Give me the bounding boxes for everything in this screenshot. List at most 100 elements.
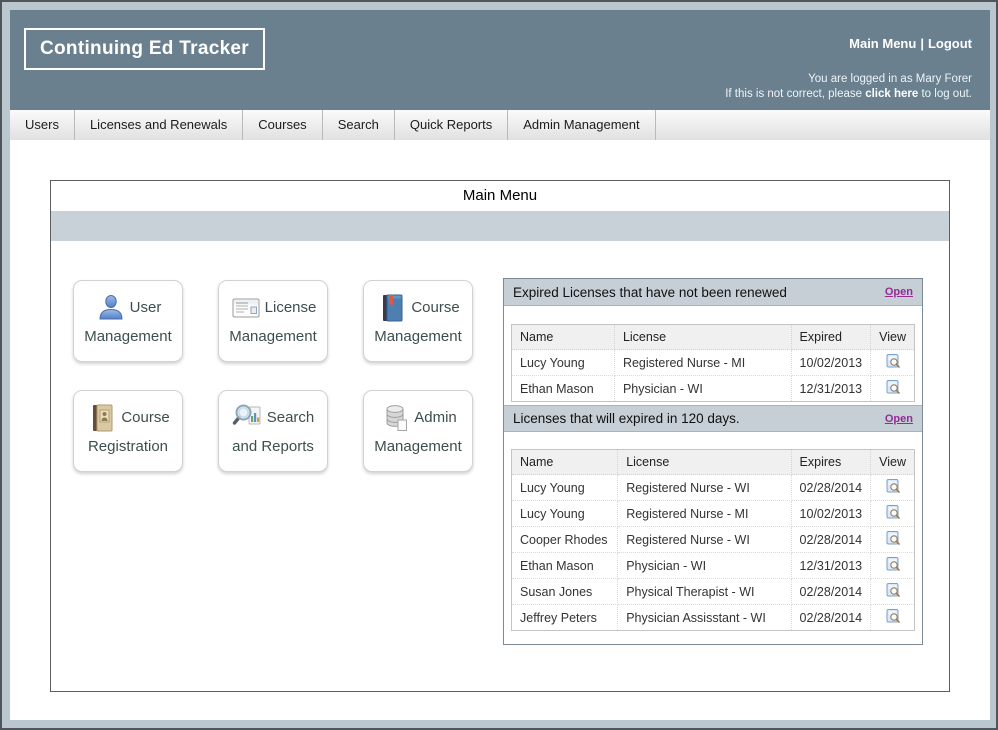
expiring-licenses-title: Licenses that will expired in 120 days. bbox=[513, 411, 740, 426]
column-header-license: License bbox=[614, 325, 791, 350]
course-management-tile[interactable]: Course Management bbox=[363, 280, 473, 362]
cell-date: 02/28/2014 bbox=[791, 475, 871, 501]
table-row: Jeffrey Peters Physician Assisstant - WI… bbox=[512, 605, 915, 631]
license-management-tile[interactable]: License Management bbox=[218, 280, 328, 362]
cell-date: 10/02/2013 bbox=[791, 501, 871, 527]
cell-license: Registered Nurse - MI bbox=[614, 350, 791, 376]
app-logo-text: Continuing Ed Tracker bbox=[40, 38, 249, 59]
table-row: Ethan Mason Physician - WI 12/31/2013 bbox=[512, 553, 915, 579]
logout-link[interactable]: Logout bbox=[928, 36, 972, 51]
open-expired-link[interactable]: Open bbox=[885, 286, 913, 298]
nav-bar: UsersLicenses and RenewalsCoursesSearchQ… bbox=[10, 110, 990, 140]
page-title: Main Menu bbox=[51, 181, 949, 211]
expiring-licenses-header: Licenses that will expired in 120 days. … bbox=[504, 405, 922, 432]
column-header-name: Name bbox=[512, 450, 618, 475]
app-window: Continuing Ed Tracker Main Menu | Logout Y… bbox=[0, 0, 998, 730]
expired-licenses-header: Expired Licenses that have not been rene… bbox=[504, 279, 922, 306]
view-license-icon[interactable] bbox=[885, 504, 901, 520]
cell-name: Jeffrey Peters bbox=[512, 605, 618, 631]
admin-management-tile[interactable]: Admin Management bbox=[363, 390, 473, 472]
cell-view bbox=[871, 579, 915, 605]
database-icon bbox=[379, 402, 411, 434]
header-links: Main Menu | Logout bbox=[849, 36, 972, 51]
page-wrapper: Continuing Ed Tracker Main Menu | Logout Y… bbox=[10, 10, 990, 720]
search-reports-tile[interactable]: Search and Reports bbox=[218, 390, 328, 472]
nav-tab[interactable]: Quick Reports bbox=[395, 110, 508, 140]
cell-license: Physician - WI bbox=[614, 376, 791, 402]
cell-license: Registered Nurse - MI bbox=[618, 501, 791, 527]
app-logo: Continuing Ed Tracker bbox=[24, 28, 265, 70]
link-separator: | bbox=[920, 36, 924, 51]
cell-date: 02/28/2014 bbox=[791, 579, 871, 605]
cell-license: Registered Nurse - WI bbox=[618, 475, 791, 501]
cell-view bbox=[871, 527, 915, 553]
cell-view bbox=[871, 501, 915, 527]
title-accent-bar bbox=[51, 211, 949, 241]
cell-date: 02/28/2014 bbox=[791, 605, 871, 631]
table-header-row: Name License Expires View bbox=[512, 450, 915, 475]
view-license-icon[interactable] bbox=[885, 530, 901, 546]
cell-name: Lucy Young bbox=[512, 350, 615, 376]
cell-view bbox=[871, 605, 915, 631]
cell-name: Ethan Mason bbox=[512, 553, 618, 579]
nav-tab[interactable]: Users bbox=[10, 110, 75, 140]
column-header-expires: Expires bbox=[791, 450, 871, 475]
cell-view bbox=[871, 350, 915, 376]
cell-date: 12/31/2013 bbox=[791, 553, 871, 579]
expiring-licenses-table: Name License Expires View Lucy Young Reg… bbox=[511, 449, 915, 631]
cell-name: Ethan Mason bbox=[512, 376, 615, 402]
cell-view bbox=[871, 376, 915, 402]
cell-name: Lucy Young bbox=[512, 475, 618, 501]
course-registration-tile[interactable]: Course Registration bbox=[73, 390, 183, 472]
view-license-icon[interactable] bbox=[885, 582, 901, 598]
cell-license: Physical Therapist - WI bbox=[618, 579, 791, 605]
login-line2-prefix: If this is not correct, please bbox=[725, 88, 865, 100]
cell-license: Physician - WI bbox=[618, 553, 791, 579]
cell-view bbox=[871, 475, 915, 501]
cell-date: 02/28/2014 bbox=[791, 527, 871, 553]
cell-name: Cooper Rhodes bbox=[512, 527, 618, 553]
app-header: Continuing Ed Tracker Main Menu | Logout Y… bbox=[10, 10, 990, 110]
login-line2: If this is not correct, please click her… bbox=[725, 87, 972, 102]
click-here-link[interactable]: click here bbox=[865, 88, 918, 100]
registration-book-icon bbox=[86, 402, 118, 434]
column-header-name: Name bbox=[512, 325, 615, 350]
view-license-icon[interactable] bbox=[885, 379, 901, 395]
license-card-icon bbox=[230, 292, 262, 324]
table-row: Ethan Mason Physician - WI 12/31/2013 bbox=[512, 376, 915, 402]
table-header-row: Name License Expired View bbox=[512, 325, 915, 350]
cell-name: Lucy Young bbox=[512, 501, 618, 527]
course-book-icon bbox=[376, 292, 408, 324]
main-panel: Main Menu User Management License Manage… bbox=[50, 180, 950, 692]
column-header-view: View bbox=[871, 325, 915, 350]
column-header-view: View bbox=[871, 450, 915, 475]
column-header-license: License bbox=[618, 450, 791, 475]
cell-license: Registered Nurse - WI bbox=[618, 527, 791, 553]
license-alerts-panel: Expired Licenses that have not been rene… bbox=[503, 278, 923, 645]
main-menu-link[interactable]: Main Menu bbox=[849, 36, 916, 51]
nav-tab[interactable]: Licenses and Renewals bbox=[75, 110, 243, 140]
view-license-icon[interactable] bbox=[885, 353, 901, 369]
login-line1: You are logged in as Mary Forer bbox=[725, 72, 972, 87]
cell-name: Susan Jones bbox=[512, 579, 618, 605]
column-header-expired: Expired bbox=[791, 325, 871, 350]
table-row: Lucy Young Registered Nurse - WI 02/28/2… bbox=[512, 475, 915, 501]
table-row: Lucy Young Registered Nurse - MI 10/02/2… bbox=[512, 350, 915, 376]
nav-tab[interactable]: Admin Management bbox=[508, 110, 655, 140]
view-license-icon[interactable] bbox=[885, 478, 901, 494]
nav-tab[interactable]: Search bbox=[323, 110, 395, 140]
login-line2-suffix: to log out. bbox=[918, 88, 972, 100]
expired-licenses-table: Name License Expired View Lucy Young Reg… bbox=[511, 324, 915, 402]
table-row: Cooper Rhodes Registered Nurse - WI 02/2… bbox=[512, 527, 915, 553]
table-row: Susan Jones Physical Therapist - WI 02/2… bbox=[512, 579, 915, 605]
cell-date: 10/02/2013 bbox=[791, 350, 871, 376]
user-icon bbox=[95, 292, 127, 324]
user-management-tile[interactable]: User Management bbox=[73, 280, 183, 362]
expired-licenses-title: Expired Licenses that have not been rene… bbox=[513, 285, 787, 300]
cell-license: Physician Assisstant - WI bbox=[618, 605, 791, 631]
cell-view bbox=[871, 553, 915, 579]
open-expiring-link[interactable]: Open bbox=[885, 413, 913, 425]
view-license-icon[interactable] bbox=[885, 608, 901, 624]
nav-tab[interactable]: Courses bbox=[243, 110, 322, 140]
view-license-icon[interactable] bbox=[885, 556, 901, 572]
